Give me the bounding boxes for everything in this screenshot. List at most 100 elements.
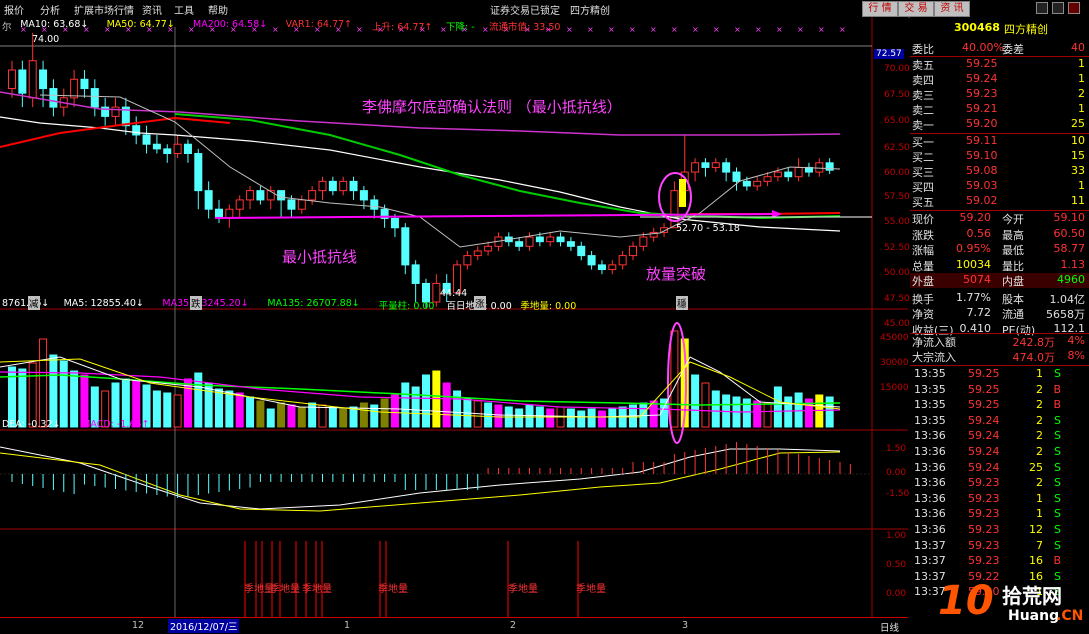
order-price: 59.23: [966, 87, 998, 100]
stat-row: 净资 7.72 流通 5658万: [910, 306, 1089, 321]
tick-time: 13:36: [914, 523, 946, 536]
tick-price: 59.24: [968, 460, 1000, 474]
stat-label: 涨幅: [912, 244, 934, 257]
order-price: 59.08: [966, 164, 998, 177]
menu-item-tools[interactable]: 工具: [174, 2, 194, 17]
stat-row: 涨幅 0.95% 最低 58.77: [910, 242, 1089, 257]
order-book-row[interactable]: 卖五 59.25 1: [910, 57, 1089, 72]
order-ratio-label: 委比: [912, 43, 934, 56]
order-book-row[interactable]: 买一 59.11 10: [910, 134, 1089, 149]
stat-label: 换手: [912, 292, 934, 306]
volume-axis-label: 45000: [880, 333, 909, 343]
legend-item: 流通市值: 33.50: [489, 22, 561, 33]
tick-row: 13:37 59.23 7 S: [912, 539, 1087, 555]
order-book-row[interactable]: 卖四 59.24 1: [910, 72, 1089, 87]
candle-up: [525, 236, 534, 247]
candle-up: [235, 199, 244, 210]
tick-time: 13:36: [914, 491, 946, 505]
candle-up: [546, 236, 555, 243]
order-level-label: 买四: [912, 181, 934, 194]
price-legend: 尔 MA10: 63.68↓ MA50: 64.77↓ MA200: 64.58↓ VA…: [0, 19, 870, 33]
candle-up: [246, 190, 255, 201]
stock-name: 四方精创: [1004, 23, 1048, 36]
menu-item-news[interactable]: 资讯: [142, 2, 162, 17]
tick-volume: 12: [1029, 523, 1043, 536]
legend-item: 上升: 64.77↑: [372, 22, 433, 33]
stat-value: 59.20: [959, 211, 992, 224]
candle-up: [629, 245, 637, 257]
order-book-row[interactable]: 卖一 59.20 25: [910, 117, 1089, 132]
stat-label: 量比: [1002, 259, 1024, 273]
price-axis-label: 67.50: [884, 90, 910, 100]
legend-item: MA5: 12855.40↓: [63, 298, 144, 309]
signal-axis-label: 1.00: [886, 531, 907, 541]
candle-down: [784, 171, 793, 178]
order-volume: 1: [1078, 102, 1085, 115]
signal-mark: 减: [28, 296, 40, 310]
order-book-row[interactable]: 买三 59.08 33: [910, 164, 1089, 179]
stat-value: 4960: [1057, 273, 1085, 286]
legend-item: MA10: 63.68↓: [20, 19, 89, 30]
tick-side: S: [1054, 523, 1061, 536]
quote-button[interactable]: 行 情: [862, 1, 898, 17]
tick-time: 13:36: [914, 460, 946, 474]
candle-down: [349, 180, 358, 192]
order-diff-label: 委差: [1002, 43, 1024, 56]
date-bar: 12 2016/12/07/三 1 2 3 日线: [0, 617, 908, 634]
stat-value: 7.72: [966, 306, 992, 319]
candle-up: [618, 255, 627, 266]
tick-row: 13:36 59.24 25 S: [912, 461, 1087, 477]
minimize-icon[interactable]: [1036, 2, 1048, 14]
stat-value: 58.77: [1053, 242, 1086, 255]
tick-row: 13:35 59.25 1 S: [912, 367, 1087, 383]
stat-row: 换手 1.77% 股本 1.04亿: [910, 291, 1089, 306]
menu-item-quote[interactable]: 报价: [4, 2, 24, 17]
legend-item: MACD: -1.66↑: [82, 419, 150, 430]
watermark-name: 拾荒网: [1002, 584, 1062, 608]
order-book-row[interactable]: 卖二 59.21 1: [910, 102, 1089, 117]
legend-item: 8761.56↓: [2, 298, 50, 309]
order-volume: 1: [1078, 179, 1085, 192]
tick-price: 59.23: [968, 554, 1000, 568]
trade-button[interactable]: 交 易: [898, 1, 934, 17]
divider: [910, 133, 1089, 134]
stat-row: 外盘 5074 内盘 4960: [910, 273, 1089, 288]
order-diff-value: 40: [1071, 41, 1085, 54]
candle-up: [173, 143, 182, 155]
close-icon[interactable]: [1068, 2, 1080, 14]
tick-side: S: [1054, 507, 1061, 521]
volume-bar: [59, 360, 68, 428]
period-label[interactable]: 日线: [880, 620, 899, 634]
candle-up: [794, 166, 803, 178]
stat-row: 总量 10034 量比 1.13: [910, 258, 1089, 273]
candle-up: [463, 255, 472, 266]
candle-up: [773, 171, 782, 178]
divider: [910, 56, 1089, 57]
candle-down: [163, 148, 172, 155]
tick-row: 13:36 59.24 2 S: [912, 429, 1087, 445]
price-axis-label: 62.50: [884, 143, 910, 153]
stat-row: 现价 59.20 今开 59.10: [910, 211, 1089, 226]
candle-down: [80, 78, 89, 90]
maximize-icon[interactable]: [1052, 2, 1064, 14]
menu-item-extended-market[interactable]: 扩展市场行情: [74, 2, 134, 17]
order-price: 59.24: [966, 72, 998, 85]
tick-volume: 2: [1036, 398, 1043, 412]
stat-value: 1.13: [1060, 257, 1086, 271]
tick-row: 13:35 59.25 2 B: [912, 398, 1087, 414]
news-button[interactable]: 资 讯: [934, 1, 970, 17]
menu-item-analysis[interactable]: 分析: [40, 2, 60, 17]
candle-up: [711, 162, 720, 168]
order-volume: 15: [1071, 149, 1085, 162]
order-level-label: 买五: [912, 196, 934, 209]
order-book-row[interactable]: 买五 59.02 11: [910, 194, 1089, 209]
menu-item-help[interactable]: 帮助: [208, 2, 228, 17]
candle-down: [132, 125, 141, 136]
flow-percent: 4%: [1067, 334, 1085, 347]
order-book-row[interactable]: 买二 59.10 15: [910, 149, 1089, 164]
order-price: 59.21: [966, 102, 998, 115]
tick-time: 13:35: [914, 367, 946, 380]
order-book-row[interactable]: 买四 59.03 1: [910, 179, 1089, 194]
macd-axis-label: 1.50: [886, 444, 907, 454]
order-book-row[interactable]: 卖三 59.23 2: [910, 87, 1089, 102]
